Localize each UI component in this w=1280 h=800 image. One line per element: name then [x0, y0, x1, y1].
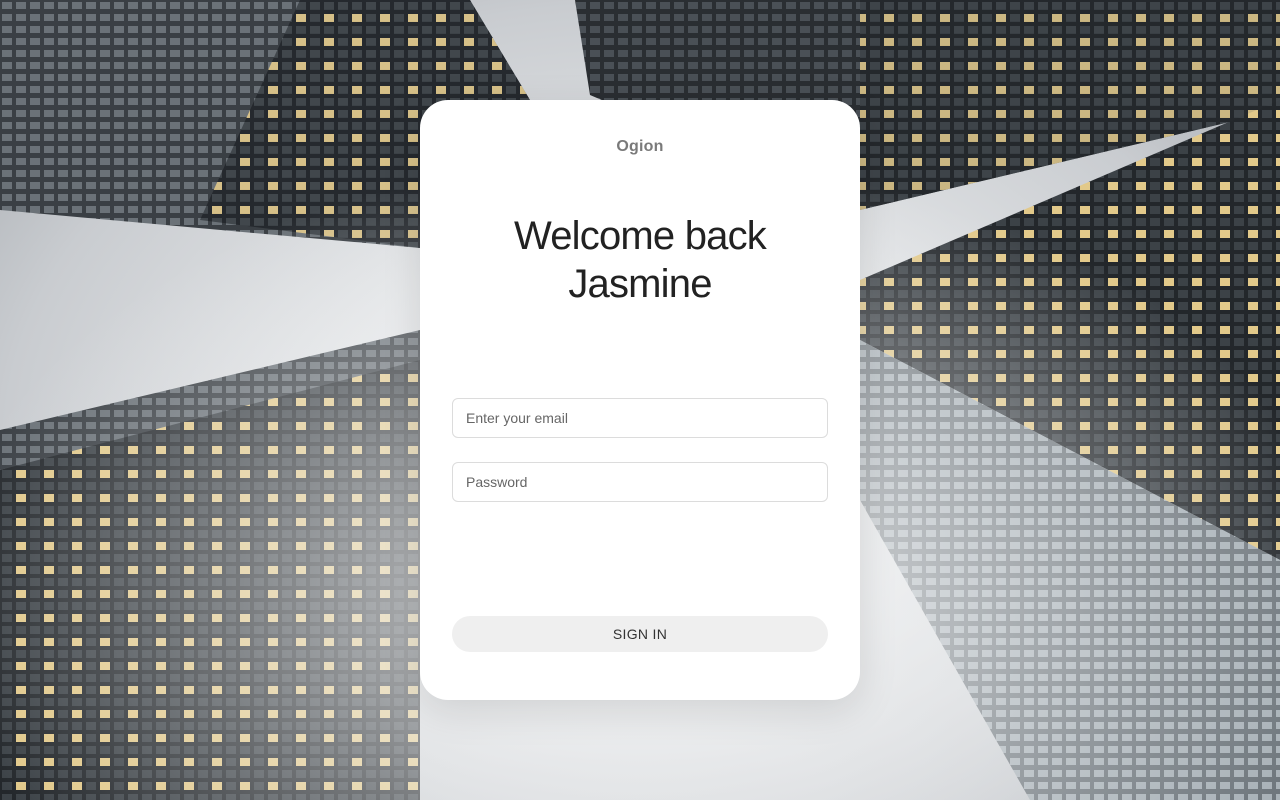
sign-in-button[interactable]: SIGN IN	[452, 616, 828, 652]
brand-logo-text: Ogion	[616, 138, 664, 155]
password-input[interactable]	[452, 462, 828, 502]
email-input[interactable]	[452, 398, 828, 438]
login-card: Ogion Welcome back Jasmine SIGN IN	[420, 100, 860, 700]
welcome-heading-line-1: Welcome back	[514, 214, 767, 258]
welcome-heading-line-2: Jasmine	[568, 262, 712, 306]
welcome-heading: Welcome back Jasmine	[420, 212, 860, 308]
